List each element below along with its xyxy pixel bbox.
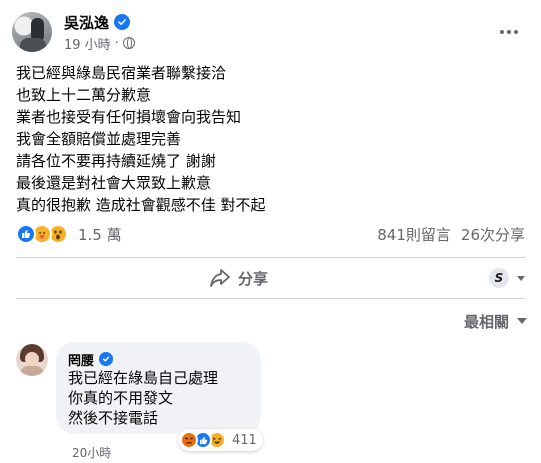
divider — [16, 298, 525, 299]
share-button[interactable]: 分享 — [210, 262, 268, 294]
comment-text-line: 然後不接電話 — [68, 409, 159, 427]
audience-selector-button[interactable]: S — [489, 265, 525, 291]
reactions-summary: 1.5 萬 841則留言 26次分享 — [16, 221, 525, 247]
verified-badge-icon — [99, 352, 114, 366]
post-text-line: 真的很抱歉 造成社會觀感不佳 對不起 — [16, 196, 266, 214]
like-reaction-icon — [16, 224, 36, 244]
post-text-line: 也致上十二萬分歉意 — [16, 86, 152, 104]
author-name[interactable]: 吳泓逸 — [64, 12, 109, 33]
more-options-button[interactable] — [491, 14, 527, 50]
author-avatar[interactable] — [12, 12, 52, 52]
post-text-line: 業者也接受有任何損壞會向我告知 — [16, 108, 242, 126]
post-text-line: 最後還是對社會大眾致上歉意 — [16, 174, 212, 192]
reaction-icons[interactable] — [16, 224, 68, 244]
chevron-down-icon — [517, 275, 525, 281]
comment-timestamp[interactable]: 20小時 — [72, 444, 111, 461]
post-timestamp[interactable]: 19 小時 — [64, 34, 111, 53]
commenter-name-row: 罔腰 — [68, 350, 249, 369]
meta-separator: · — [114, 35, 119, 51]
divider — [16, 257, 525, 258]
post-text-line: 我已經與綠島民宿業者聯繫接洽 — [16, 64, 227, 82]
angry-reaction-icon — [180, 431, 198, 449]
verified-badge-icon — [114, 14, 131, 30]
share-arrow-icon — [210, 269, 230, 287]
post-header: 吳泓逸 19 小時 · — [12, 8, 135, 56]
share-label: 分享 — [238, 269, 269, 288]
comment-reaction-count: 411 — [232, 432, 257, 448]
chevron-down-icon — [517, 318, 527, 324]
post-text-line: 我會全額賠償並處理完善 — [16, 130, 182, 148]
action-bar: 分享 S — [16, 262, 525, 294]
post-stats: 841則留言 26次分享 — [377, 224, 525, 245]
post-body: 我已經與綠島民宿業者聯繫接洽 也致上十二萬分歉意 業者也接受有任何損壞會向我告知… — [16, 62, 526, 216]
post-header-text: 吳泓逸 19 小時 · — [64, 12, 135, 53]
profile-s-icon: S — [489, 268, 509, 288]
comment-bubble: 罔腰 我已經在綠島自己處理 你真的不用發文 然後不接電話 — [56, 342, 261, 434]
comment-reactions[interactable]: 411 — [178, 429, 263, 451]
comment-text-line: 我已經在綠島自己處理 — [68, 369, 219, 387]
more-dots-icon — [500, 30, 518, 34]
share-count-link[interactable]: 26次分享 — [461, 224, 525, 245]
post-text-line: 請各位不要再持續延燒了 謝謝 — [16, 152, 216, 170]
comment-count-link[interactable]: 841則留言 — [377, 224, 451, 245]
public-globe-icon[interactable] — [122, 37, 135, 49]
reaction-count[interactable]: 1.5 萬 — [78, 224, 122, 245]
commenter-avatar[interactable] — [16, 344, 48, 376]
commenter-name[interactable]: 罔腰 — [68, 350, 94, 369]
post-meta: 19 小時 · — [64, 34, 135, 53]
comment-text-line: 你真的不用發文 — [68, 389, 174, 407]
author-name-row: 吳泓逸 — [64, 12, 135, 32]
sort-label: 最相關 — [463, 312, 509, 331]
comment-sort-button[interactable]: 最相關 — [464, 310, 527, 332]
